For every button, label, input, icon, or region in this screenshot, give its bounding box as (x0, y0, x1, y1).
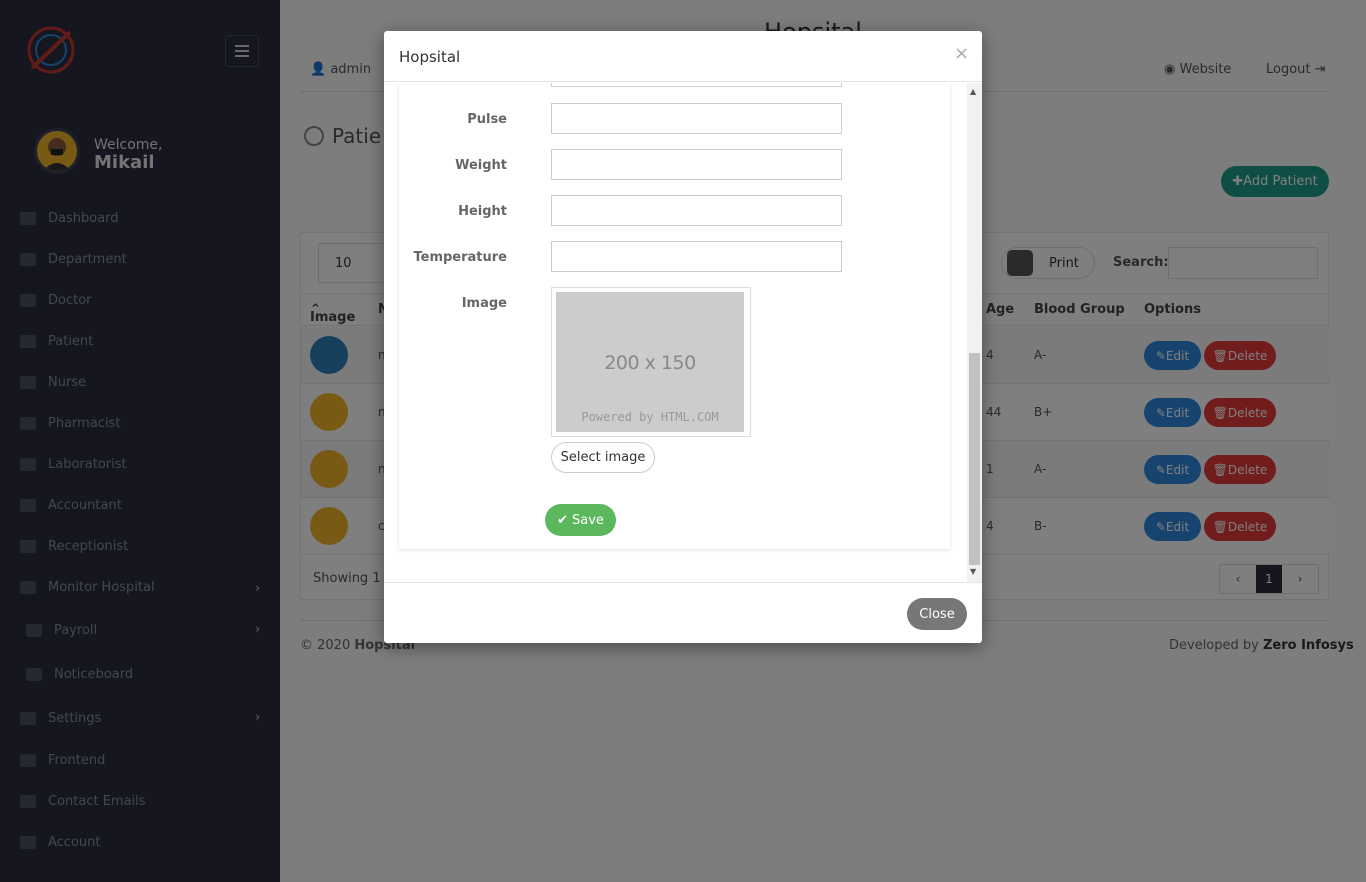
save-button[interactable]: ✔ Save (545, 504, 616, 536)
placeholder-credit-text: Powered by HTML.COM (581, 410, 719, 424)
previous-field-input[interactable] (551, 83, 842, 87)
scroll-down-arrow-icon[interactable]: ▼ (970, 567, 976, 576)
patient-modal: Hopsital × Pulse Weight Height Temperatu… (384, 31, 982, 643)
save-label: Save (571, 512, 604, 528)
placeholder-size-text: 200 x 150 (604, 352, 696, 374)
scrollbar-thumb[interactable] (969, 353, 980, 565)
weight-input[interactable] (551, 149, 842, 180)
close-icon[interactable]: × (954, 43, 969, 64)
modal-body: Pulse Weight Height Temperature Image 20… (384, 83, 982, 582)
pulse-label: Pulse (467, 112, 507, 127)
weight-label: Weight (455, 158, 507, 173)
modal-scrollbar[interactable]: ▲ ▼ (967, 83, 982, 582)
image-label: Image (461, 296, 507, 311)
select-image-button[interactable]: Select image (551, 442, 655, 473)
height-label: Height (458, 204, 507, 219)
close-button[interactable]: Close (907, 598, 967, 630)
pulse-input[interactable] (551, 103, 842, 134)
image-preview: 200 x 150 Powered by HTML.COM (551, 287, 751, 437)
image-placeholder: 200 x 150 Powered by HTML.COM (556, 292, 744, 432)
modal-title: Hopsital (399, 48, 461, 66)
modal-footer: Close (384, 582, 982, 643)
temperature-input[interactable] (551, 241, 842, 272)
temperature-label: Temperature (413, 250, 507, 265)
scroll-up-arrow-icon[interactable]: ▲ (970, 87, 976, 96)
check-icon: ✔ (557, 512, 568, 528)
height-input[interactable] (551, 195, 842, 226)
patient-form: Pulse Weight Height Temperature Image 20… (399, 83, 950, 549)
modal-header: Hopsital × (384, 31, 982, 82)
